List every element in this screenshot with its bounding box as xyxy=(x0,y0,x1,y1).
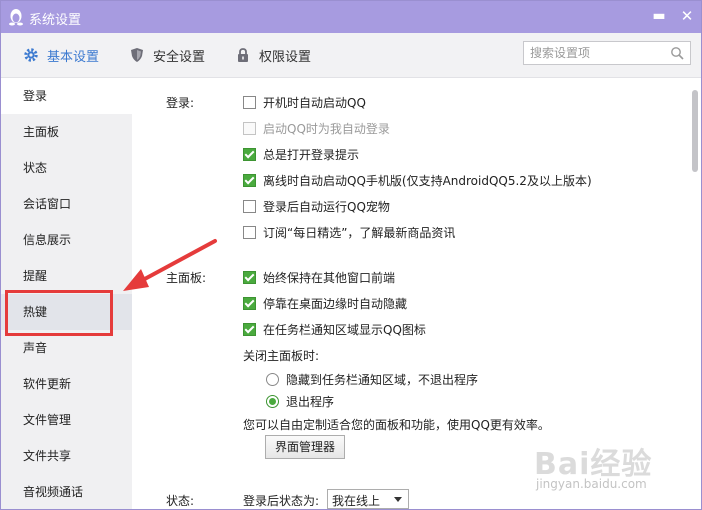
settings-window: 系统设置 ▬ ✕ 基本设置 安全设置 权限设置 搜索设置项 登录 主面板 状态 … xyxy=(0,0,702,510)
option-hide-to-tray[interactable]: 隐藏到任务栏通知区域，不退出程序 xyxy=(266,371,478,387)
close-panel-label: 关闭主面板时: xyxy=(243,349,320,363)
select-value: 我在线上 xyxy=(332,494,381,508)
option-label: 开机时自动启动QQ xyxy=(263,95,366,110)
tab-security-settings-label: 安全设置 xyxy=(153,49,206,65)
option-label: 退出程序 xyxy=(286,394,335,409)
sidebar-item-reminder[interactable]: 提醒 xyxy=(1,258,132,294)
option-label: 启动QQ时为我自动登录 xyxy=(263,121,390,136)
sidebar-item-login[interactable]: 登录 xyxy=(1,78,132,114)
option-auto-start[interactable]: 开机时自动启动QQ xyxy=(243,94,366,110)
radio-button[interactable] xyxy=(266,372,279,386)
tab-permission-settings-label: 权限设置 xyxy=(259,49,312,65)
lock-icon xyxy=(238,48,248,62)
chevron-down-icon xyxy=(394,497,402,502)
option-tray-icon[interactable]: 在任务栏通知区域显示QQ图标 xyxy=(243,321,426,337)
watermark-url: jingyan.baidu.com xyxy=(536,477,647,491)
window-title: 系统设置 xyxy=(29,13,82,28)
interface-manager-button[interactable]: 界面管理器 xyxy=(265,435,345,459)
gear-icon xyxy=(24,48,38,62)
title-bar[interactable]: 系统设置 ▬ ✕ xyxy=(1,1,701,33)
top-tab-bar: 基本设置 安全设置 权限设置 xyxy=(1,33,701,78)
baidu-watermark: Bai经验 jingyan.baidu.com xyxy=(534,433,674,503)
qq-penguin-icon xyxy=(9,9,23,26)
status-section-label: 状态: xyxy=(166,494,195,508)
option-label: 订阅“每日精选”，了解最新商品资讯 xyxy=(263,225,456,240)
tab-permission-settings[interactable]: 权限设置 xyxy=(235,45,311,65)
option-label: 隐藏到任务栏通知区域，不退出程序 xyxy=(286,372,479,387)
option-login-tips[interactable]: 总是打开登录提示 xyxy=(243,146,359,162)
tab-basic-settings-label: 基本设置 xyxy=(47,49,100,65)
scrollbar-thumb[interactable] xyxy=(692,90,698,172)
checkbox[interactable] xyxy=(243,225,256,239)
sidebar-item-file-management[interactable]: 文件管理 xyxy=(1,402,132,438)
checkbox[interactable] xyxy=(243,199,256,213)
checkbox xyxy=(243,121,256,135)
option-daily-picks[interactable]: 订阅“每日精选”，了解最新商品资讯 xyxy=(243,224,455,240)
option-qq-pet[interactable]: 登录后自动运行QQ宠物 xyxy=(243,198,390,214)
sidebar-item-software-update[interactable]: 软件更新 xyxy=(1,366,132,402)
checkbox[interactable] xyxy=(243,147,256,161)
main-panel-section-label: 主面板: xyxy=(166,271,207,285)
login-section-label: 登录: xyxy=(166,96,195,110)
sidebar-item-file-sharing[interactable]: 文件共享 xyxy=(1,438,132,474)
option-label: 离线时自动启动QQ手机版(仅支持AndroidQQ5.2及以上版本) xyxy=(263,173,592,188)
option-label: 停靠在桌面边缘时自动隐藏 xyxy=(263,296,408,311)
checkbox[interactable] xyxy=(243,173,256,187)
hotkeys-highlight-box xyxy=(5,290,113,336)
checkbox[interactable] xyxy=(243,270,256,284)
customize-note: 您可以自由定制适合您的面板和功能，使用QQ更有效率。 xyxy=(243,418,550,432)
sidebar-item-info-display[interactable]: 信息展示 xyxy=(1,222,132,258)
option-label: 始终保持在其他窗口前端 xyxy=(263,270,396,285)
shield-icon xyxy=(131,48,143,62)
radio-button[interactable] xyxy=(266,394,279,408)
tab-security-settings[interactable]: 安全设置 xyxy=(129,45,205,65)
after-login-status-select[interactable]: 我在线上 xyxy=(327,489,409,509)
search-icon[interactable] xyxy=(670,46,684,60)
after-login-status-label: 登录后状态为: xyxy=(243,494,320,508)
option-label: 总是打开登录提示 xyxy=(263,147,360,162)
checkbox[interactable] xyxy=(243,95,256,109)
option-exit-program[interactable]: 退出程序 xyxy=(266,393,334,409)
close-button[interactable]: ✕ xyxy=(675,5,699,27)
content-scrollbar[interactable] xyxy=(689,78,701,509)
option-label: 登录后自动运行QQ宠物 xyxy=(263,199,390,214)
sidebar-item-chat-window[interactable]: 会话窗口 xyxy=(1,186,132,222)
checkbox[interactable] xyxy=(243,296,256,310)
checkbox[interactable] xyxy=(243,322,256,336)
option-mobile-qq-offline[interactable]: 离线时自动启动QQ手机版(仅支持AndroidQQ5.2及以上版本) xyxy=(243,172,592,188)
option-label: 在任务栏通知区域显示QQ图标 xyxy=(263,322,426,337)
sidebar-item-status[interactable]: 状态 xyxy=(1,150,132,186)
option-always-on-top[interactable]: 始终保持在其他窗口前端 xyxy=(243,269,395,285)
settings-search-input[interactable] xyxy=(530,44,660,62)
option-auto-hide[interactable]: 停靠在桌面边缘时自动隐藏 xyxy=(243,295,407,311)
option-auto-login: 启动QQ时为我自动登录 xyxy=(243,120,390,136)
tab-basic-settings[interactable]: 基本设置 xyxy=(23,45,99,65)
sidebar-item-av-call[interactable]: 音视频通话 xyxy=(1,474,132,509)
sidebar-item-main-panel[interactable]: 主面板 xyxy=(1,114,132,150)
minimize-button[interactable]: ▬ xyxy=(647,5,671,27)
settings-search-box[interactable] xyxy=(523,41,691,65)
